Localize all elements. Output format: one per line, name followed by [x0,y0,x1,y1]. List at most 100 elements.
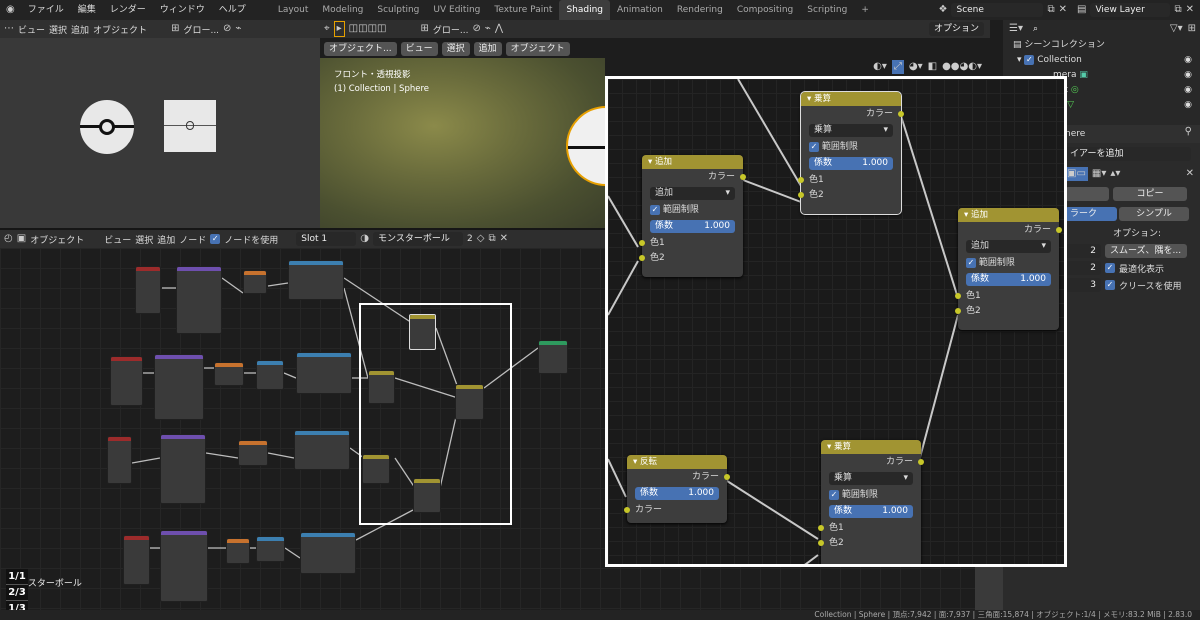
menu-window[interactable]: ウィンドウ [153,0,212,20]
menu-object[interactable]: オブジェクト [93,23,147,36]
tab-catmull-clark[interactable]: ラーク [1065,207,1117,221]
menu-view[interactable]: ビュー [400,42,438,56]
proportional-icon[interactable]: ⌁ [235,22,241,36]
use-nodes-checkbox[interactable]: ✓ [210,234,221,244]
menu-add[interactable]: 追加 [157,233,175,246]
material-output-node[interactable] [538,340,568,374]
menu-select[interactable]: 選択 [441,42,470,56]
menu-select[interactable]: 選択 [135,233,153,246]
tab-compositing[interactable]: Compositing [730,0,800,20]
orientation-dropdown[interactable]: グロー... [183,23,219,36]
scene-field[interactable]: Scene [951,3,1044,17]
multiply-node-bottom[interactable]: ▾ 乗算 カラー 乗算 ▾ ✓ 範囲制限 係数 1.000 色1 色2 [818,440,924,564]
tab-layout[interactable]: Layout [271,0,316,20]
pin-icon[interactable]: ⚲ [1185,125,1192,139]
input-socket[interactable] [818,540,824,546]
node-thumbnail[interactable] [176,266,222,334]
editor-type-icon[interactable]: ◴ [4,232,13,246]
mode-dropdown[interactable]: オブジェクト [30,233,100,246]
output-socket[interactable] [918,459,924,465]
use-crease-checkbox[interactable]: ✓ [1105,280,1115,290]
input-socket[interactable] [639,255,645,261]
node-thumbnail[interactable] [214,362,244,386]
input-socket[interactable] [955,293,961,299]
mode-dropdown[interactable]: オブジェクト... [324,42,397,56]
node-thumbnail[interactable] [294,430,350,470]
copy-button[interactable]: コピー [1113,187,1187,201]
output-socket[interactable] [724,474,730,480]
add-workspace-icon[interactable]: + [854,0,876,20]
tab-animation[interactable]: Animation [610,0,670,20]
output-socket[interactable] [1056,227,1062,233]
select-box-icon[interactable]: ▸ [333,21,345,37]
add-node-right[interactable]: ▾ 追加 カラー 追加 ▾ ✓ 範囲制限 係数 1.000 色1 色2 [955,208,1062,330]
add-node-left[interactable]: ▾ 追加 カラー 追加 ▾ ✓ 範囲制限 係数 1.000 色1 色2 [639,155,746,277]
new-collection-icon[interactable]: ⊞ [1188,22,1196,36]
editor-type-icon[interactable]: ⋯ [4,22,14,36]
blend-mode-dropdown[interactable]: 乗算 ▾ [829,472,913,485]
close-icon[interactable]: ✕ [1186,3,1194,17]
tab-scripting[interactable]: Scripting [800,0,854,20]
xray-icon[interactable]: ◧ [928,60,937,74]
tab-shading[interactable]: Shading [559,0,610,20]
tab-rendering[interactable]: Rendering [670,0,730,20]
fake-user-icon[interactable]: ◇ [477,232,485,246]
value-field[interactable]: 3 [1065,278,1101,292]
factor-field[interactable]: 係数 1.000 [809,157,893,170]
filter-icon[interactable]: ▽▾ [1170,22,1183,36]
input-socket[interactable] [639,240,645,246]
node-thumbnail[interactable] [123,535,150,585]
camera-icon[interactable]: ▣▭ [1065,167,1088,181]
outliner-search[interactable]: ⌕ [1027,22,1128,36]
checkbox[interactable]: ✓ [1024,55,1035,65]
node-thumbnail[interactable] [160,530,208,602]
invert-node[interactable]: ▾ 反転 カラー 係数 1.000 カラー [624,455,730,523]
material-sphere-icon[interactable]: ◑ [360,232,369,246]
output-socket[interactable] [740,174,746,180]
node-thumbnail[interactable] [107,436,132,484]
menu-select[interactable]: 選択 [49,23,67,36]
input-socket[interactable] [798,177,804,183]
blend-mode-dropdown[interactable]: 追加 ▾ [650,187,735,200]
transform-icon[interactable]: ⊞ [171,22,179,36]
node-thumbnail[interactable] [110,356,143,406]
tab-uv-editing[interactable]: UV Editing [426,0,487,20]
tab-texture-paint[interactable]: Texture Paint [487,0,559,20]
node-thumbnail[interactable] [160,434,206,504]
node-thumbnail[interactable] [226,538,250,564]
copy-icon[interactable]: ⧉ [1174,3,1181,17]
copy-icon[interactable]: ⧉ [1047,3,1054,17]
factor-field[interactable]: 係数 1.000 [966,273,1051,286]
output-socket[interactable] [898,111,904,117]
clamp-checkbox[interactable]: ✓ [829,490,839,500]
factor-field[interactable]: 係数 1.000 [650,220,735,233]
copy-icon[interactable]: ⧉ [488,232,495,246]
clamp-checkbox[interactable]: ✓ [966,258,976,268]
menu-view[interactable]: ビュー [18,23,45,36]
value-field[interactable]: 2 [1065,261,1101,275]
editor-type-icon[interactable]: ⌖ [324,22,330,36]
menu-add[interactable]: 追加 [473,42,502,56]
menu-edit[interactable]: 編集 [71,0,103,20]
image-editor-canvas[interactable] [0,38,320,228]
snap-icon[interactable]: ⌁ [485,22,491,36]
tab-sculpting[interactable]: Sculpting [370,0,426,20]
overlay-icon[interactable]: ◕▾ [909,60,923,74]
input-socket[interactable] [818,525,824,531]
node-thumbnail[interactable] [238,440,268,466]
tab-simple[interactable]: シンプル [1119,207,1189,221]
scene-icon[interactable]: ❖ [939,3,948,17]
factor-field[interactable]: 係数 1.000 [829,505,913,518]
blend-mode-dropdown[interactable]: 乗算 ▾ [809,124,893,137]
gizmo-icon[interactable]: ⤢ [891,60,904,74]
proportional-icon[interactable]: ⋀ [495,22,503,36]
options-dropdown[interactable]: オプション [928,22,984,36]
blender-logo-icon[interactable]: ◉ [0,3,21,17]
outliner-root[interactable]: ▤ シーンコレクション [1013,38,1200,53]
editor-type-icon[interactable]: ☰▾ [1009,22,1023,36]
input-socket[interactable] [955,308,961,314]
select-mode-icon[interactable]: ◫◫◫◫ [349,22,387,36]
material-name-field[interactable]: モンスターボール [373,232,463,246]
node-thumbnail[interactable] [135,266,161,314]
input-socket[interactable] [624,507,630,513]
